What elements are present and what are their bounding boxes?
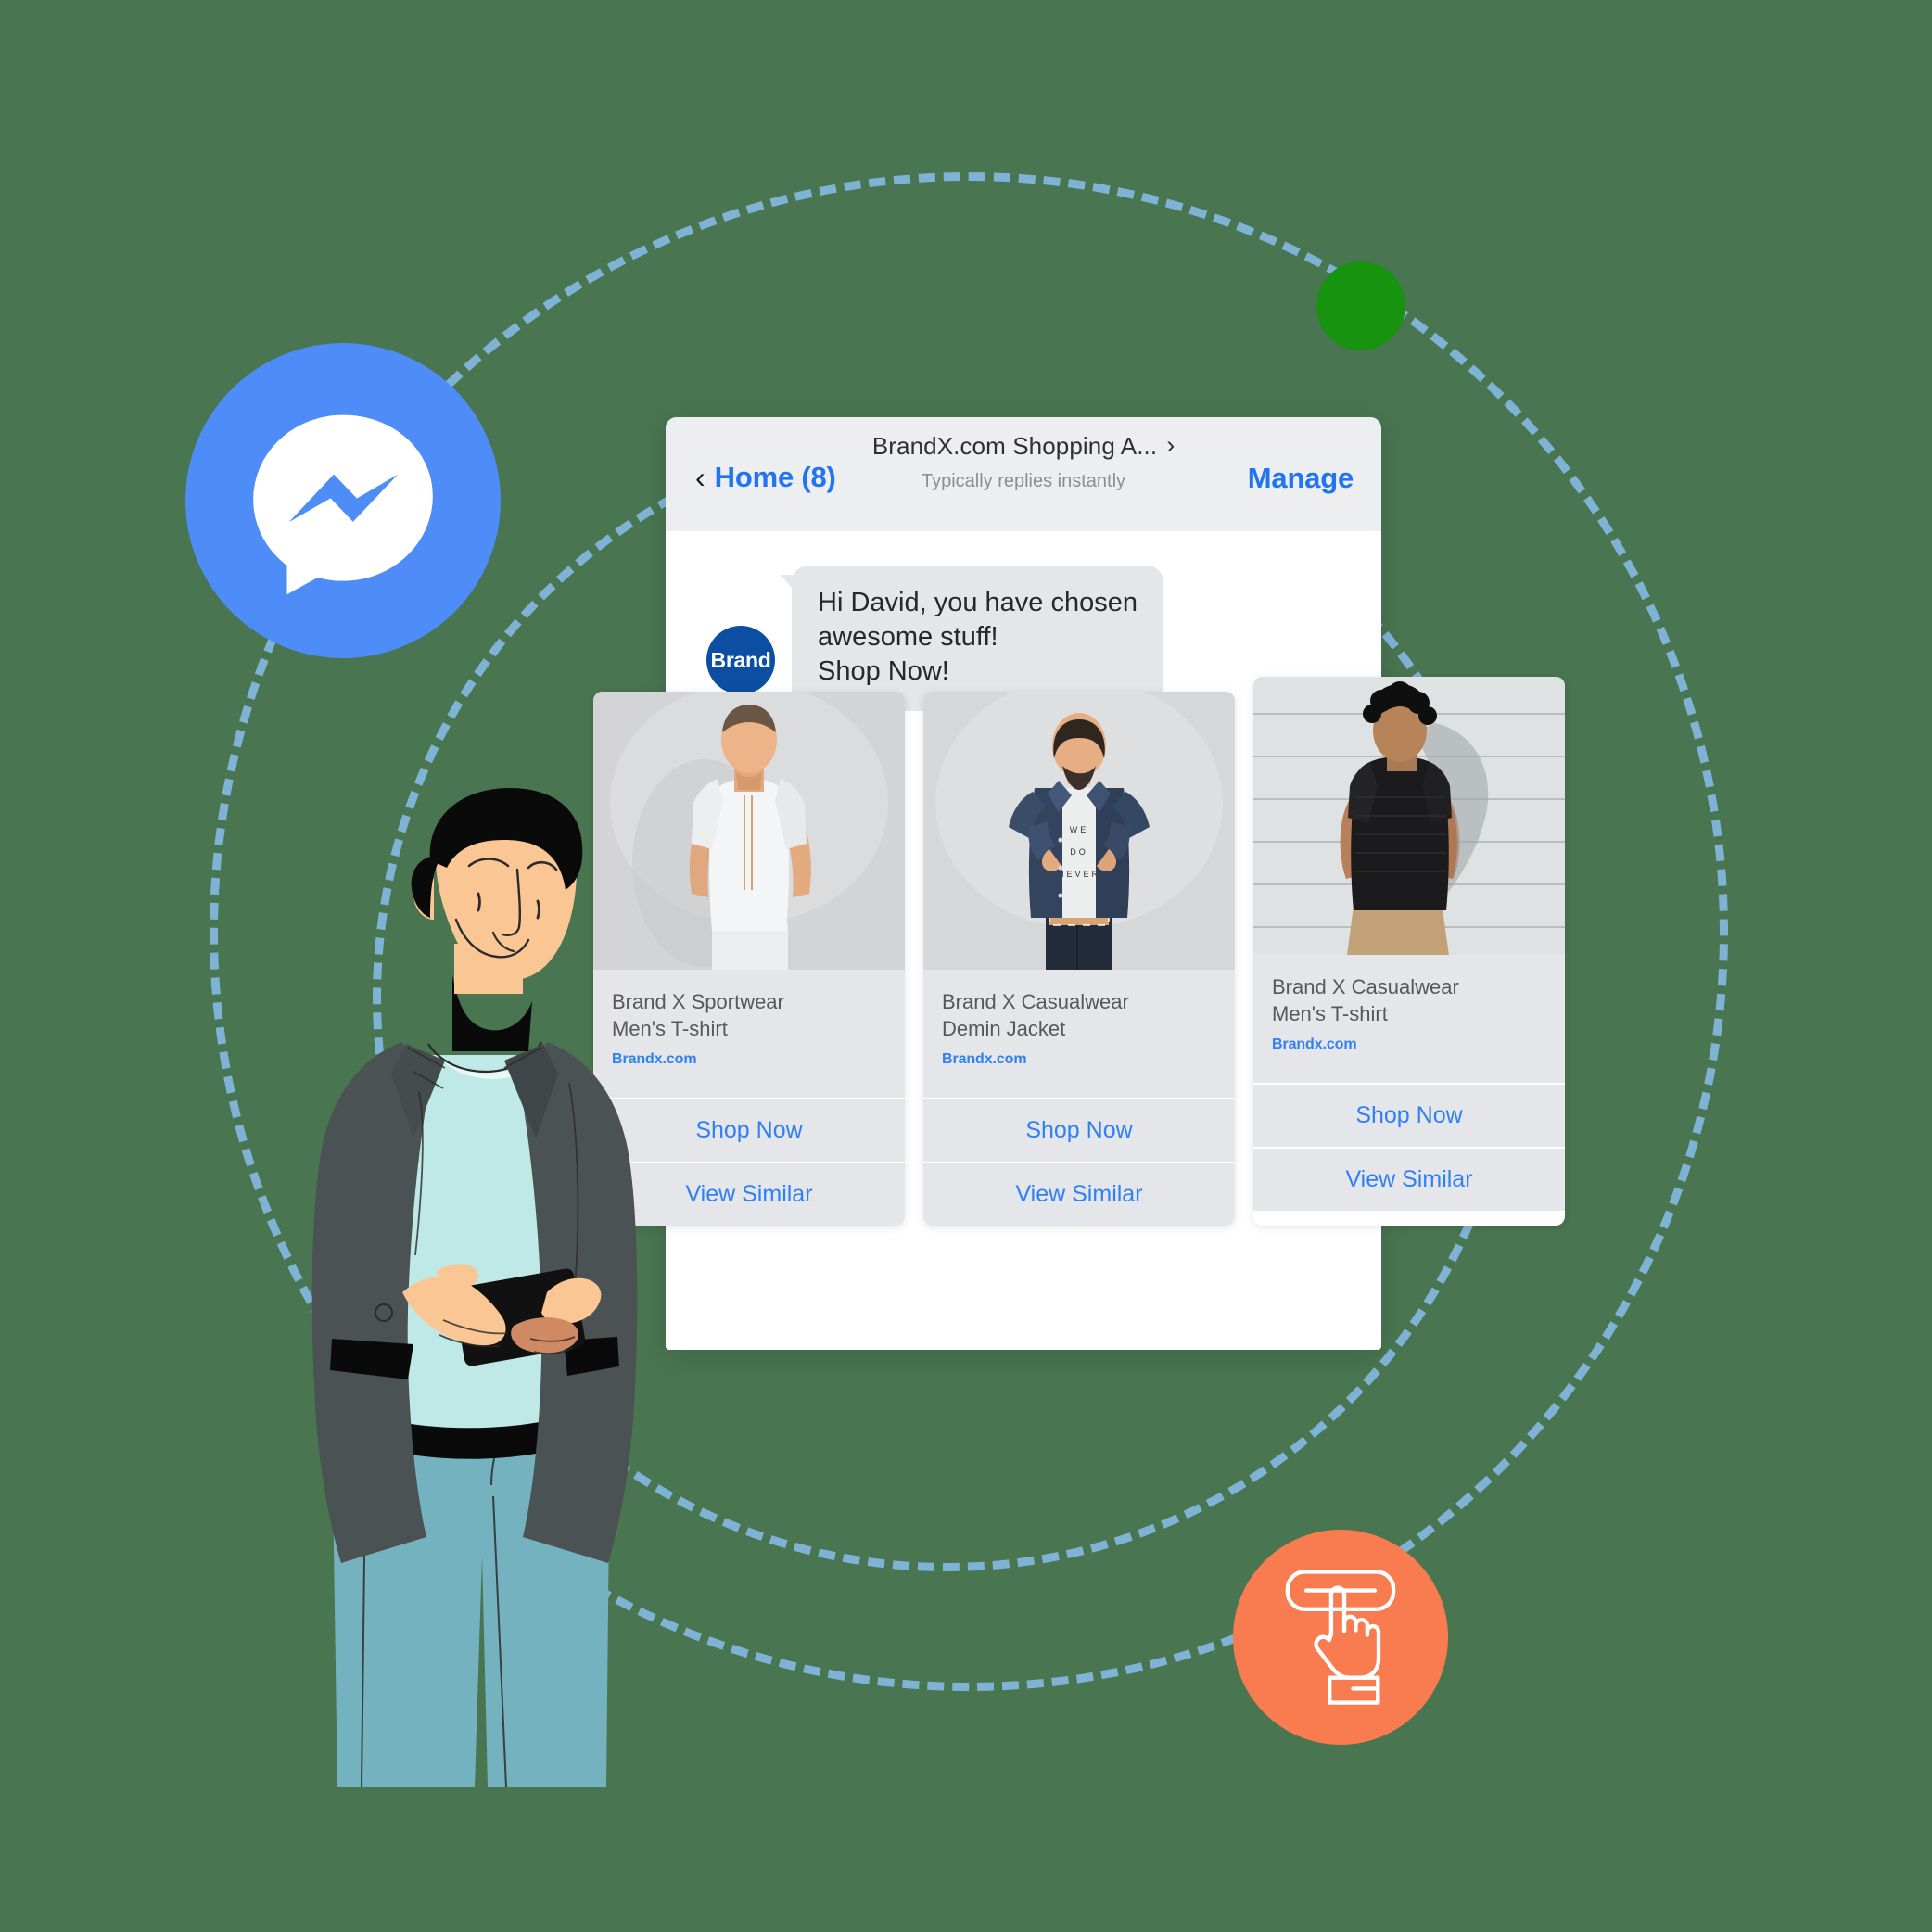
- product-domain[interactable]: Brandx.com: [1272, 1036, 1546, 1053]
- scene-canvas: ‹ Home (8) BrandX.com Shopping A... › Ty…: [0, 0, 1932, 1932]
- chat-message-row: Brand Hi David, you have chosen awesome …: [706, 566, 1163, 712]
- product-card[interactable]: Brand X Casualwear Men's T-shirt Brandx.…: [1253, 677, 1565, 1226]
- status-dot-icon: [1316, 261, 1405, 350]
- man-using-phone-illustration: [295, 777, 684, 1797]
- chat-title-row[interactable]: BrandX.com Shopping A... ›: [666, 432, 1381, 461]
- message-line: awesome stuff!: [818, 622, 998, 653]
- product-info: Brand X Casualwear Demin Jacket Brandx.c…: [923, 970, 1235, 1098]
- product-image: WE DO NEVER: [923, 692, 1235, 970]
- view-similar-button[interactable]: View Similar: [1253, 1147, 1565, 1211]
- chevron-right-icon[interactable]: ›: [1166, 433, 1175, 458]
- product-info: Brand X Casualwear Men's T-shirt Brandx.…: [1253, 955, 1565, 1083]
- message-line: Shop Now!: [818, 656, 949, 687]
- product-image: [1253, 677, 1565, 955]
- click-badge[interactable]: [1233, 1530, 1448, 1745]
- messenger-chat-panel: ‹ Home (8) BrandX.com Shopping A... › Ty…: [593, 417, 1565, 1350]
- svg-text:WE: WE: [1070, 825, 1089, 834]
- chat-header: ‹ Home (8) BrandX.com Shopping A... › Ty…: [666, 417, 1381, 531]
- product-name: Men's T-shirt: [1272, 1002, 1388, 1026]
- product-brand: Brand X Casualwear: [1272, 975, 1459, 998]
- product-carousel[interactable]: Brand X Sportwear Men's T-shirt Brandx.c…: [593, 677, 1565, 1226]
- manage-button[interactable]: Manage: [1248, 462, 1354, 495]
- shop-now-button[interactable]: Shop Now: [1253, 1083, 1565, 1147]
- chat-message-bubble: Hi David, you have chosen awesome stuff!…: [781, 566, 1163, 712]
- view-similar-button[interactable]: View Similar: [923, 1162, 1235, 1226]
- avatar: Brand: [706, 626, 775, 695]
- message-line: Hi David, you have chosen: [818, 588, 1138, 617]
- product-card[interactable]: WE DO NEVER Brand X Casualwear Demin Jac…: [923, 692, 1235, 1226]
- product-domain[interactable]: Brandx.com: [942, 1051, 1216, 1068]
- svg-text:NEVER: NEVER: [1058, 870, 1100, 879]
- product-brand: Brand X Casualwear: [942, 990, 1129, 1013]
- shop-now-button[interactable]: Shop Now: [923, 1098, 1235, 1162]
- messenger-badge[interactable]: [185, 343, 501, 658]
- page-title: BrandX.com Shopping A...: [871, 432, 1158, 460]
- svg-text:DO: DO: [1070, 847, 1088, 857]
- product-name: Demin Jacket: [942, 1017, 1066, 1041]
